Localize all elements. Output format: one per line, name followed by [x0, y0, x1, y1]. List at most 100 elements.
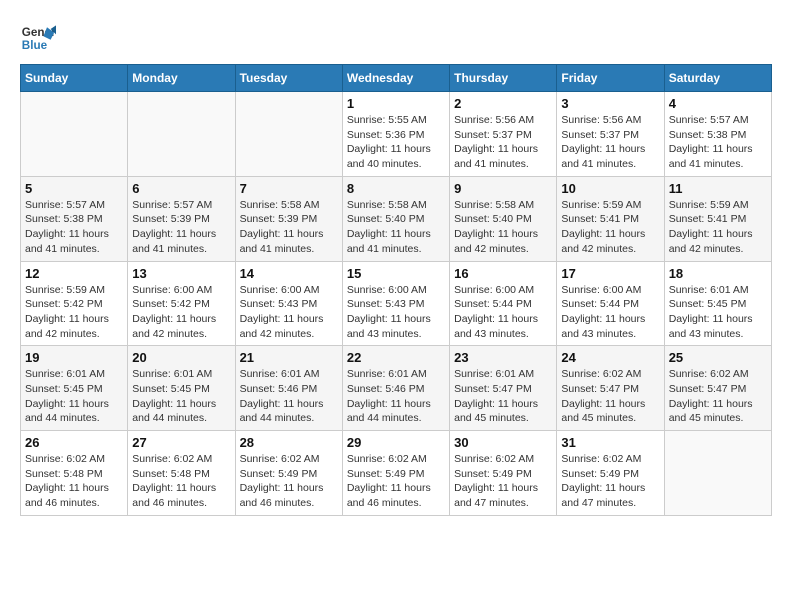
day-number: 17: [561, 266, 659, 281]
calendar-cell: [21, 92, 128, 177]
day-number: 21: [240, 350, 338, 365]
day-number: 30: [454, 435, 552, 450]
day-info: Sunrise: 5:56 AMSunset: 5:37 PMDaylight:…: [454, 113, 552, 172]
day-number: 22: [347, 350, 445, 365]
header-monday: Monday: [128, 65, 235, 92]
header-wednesday: Wednesday: [342, 65, 449, 92]
calendar-cell: 24 Sunrise: 6:02 AMSunset: 5:47 PMDayligh…: [557, 346, 664, 431]
day-number: 15: [347, 266, 445, 281]
calendar-cell: 5 Sunrise: 5:57 AMSunset: 5:38 PMDaylight…: [21, 176, 128, 261]
day-number: 28: [240, 435, 338, 450]
day-info: Sunrise: 6:02 AMSunset: 5:48 PMDaylight:…: [132, 452, 230, 511]
day-info: Sunrise: 6:02 AMSunset: 5:49 PMDaylight:…: [561, 452, 659, 511]
day-number: 6: [132, 181, 230, 196]
day-number: 2: [454, 96, 552, 111]
day-info: Sunrise: 6:01 AMSunset: 5:45 PMDaylight:…: [132, 367, 230, 426]
day-number: 23: [454, 350, 552, 365]
day-info: Sunrise: 6:01 AMSunset: 5:45 PMDaylight:…: [25, 367, 123, 426]
day-number: 1: [347, 96, 445, 111]
calendar-cell: 7 Sunrise: 5:58 AMSunset: 5:39 PMDaylight…: [235, 176, 342, 261]
calendar-cell: 9 Sunrise: 5:58 AMSunset: 5:40 PMDaylight…: [450, 176, 557, 261]
calendar-cell: [235, 92, 342, 177]
day-number: 31: [561, 435, 659, 450]
calendar-cell: 4 Sunrise: 5:57 AMSunset: 5:38 PMDaylight…: [664, 92, 771, 177]
day-info: Sunrise: 5:59 AMSunset: 5:41 PMDaylight:…: [561, 198, 659, 257]
calendar-cell: 22 Sunrise: 6:01 AMSunset: 5:46 PMDayligh…: [342, 346, 449, 431]
day-info: Sunrise: 5:57 AMSunset: 5:39 PMDaylight:…: [132, 198, 230, 257]
day-number: 24: [561, 350, 659, 365]
calendar-cell: 21 Sunrise: 6:01 AMSunset: 5:46 PMDayligh…: [235, 346, 342, 431]
day-info: Sunrise: 6:02 AMSunset: 5:49 PMDaylight:…: [347, 452, 445, 511]
week-row-3: 12 Sunrise: 5:59 AMSunset: 5:42 PMDayligh…: [21, 261, 772, 346]
header-sunday: Sunday: [21, 65, 128, 92]
day-info: Sunrise: 5:58 AMSunset: 5:40 PMDaylight:…: [347, 198, 445, 257]
day-number: 14: [240, 266, 338, 281]
day-info: Sunrise: 6:01 AMSunset: 5:46 PMDaylight:…: [240, 367, 338, 426]
day-number: 20: [132, 350, 230, 365]
day-info: Sunrise: 6:00 AMSunset: 5:43 PMDaylight:…: [240, 283, 338, 342]
day-info: Sunrise: 6:02 AMSunset: 5:49 PMDaylight:…: [454, 452, 552, 511]
day-info: Sunrise: 6:00 AMSunset: 5:42 PMDaylight:…: [132, 283, 230, 342]
day-info: Sunrise: 6:01 AMSunset: 5:46 PMDaylight:…: [347, 367, 445, 426]
calendar-cell: 1 Sunrise: 5:55 AMSunset: 5:36 PMDaylight…: [342, 92, 449, 177]
day-number: 29: [347, 435, 445, 450]
day-info: Sunrise: 5:56 AMSunset: 5:37 PMDaylight:…: [561, 113, 659, 172]
calendar-cell: 31 Sunrise: 6:02 AMSunset: 5:49 PMDayligh…: [557, 431, 664, 516]
header-tuesday: Tuesday: [235, 65, 342, 92]
week-row-2: 5 Sunrise: 5:57 AMSunset: 5:38 PMDaylight…: [21, 176, 772, 261]
day-number: 27: [132, 435, 230, 450]
day-number: 3: [561, 96, 659, 111]
calendar-cell: [664, 431, 771, 516]
calendar-cell: 14 Sunrise: 6:00 AMSunset: 5:43 PMDayligh…: [235, 261, 342, 346]
calendar-cell: 23Sunrise: 6:01 AMSunset: 5:47 PMDayligh…: [450, 346, 557, 431]
day-number: 13: [132, 266, 230, 281]
day-number: 4: [669, 96, 767, 111]
day-info: Sunrise: 5:55 AMSunset: 5:36 PMDaylight:…: [347, 113, 445, 172]
day-number: 11: [669, 181, 767, 196]
calendar-cell: 26Sunrise: 6:02 AMSunset: 5:48 PMDayligh…: [21, 431, 128, 516]
day-number: 19: [25, 350, 123, 365]
day-info: Sunrise: 6:02 AMSunset: 5:49 PMDaylight:…: [240, 452, 338, 511]
day-number: 12: [25, 266, 123, 281]
calendar-cell: 12 Sunrise: 5:59 AMSunset: 5:42 PMDayligh…: [21, 261, 128, 346]
logo-icon: General Blue: [20, 20, 56, 56]
calendar-cell: 25Sunrise: 6:02 AMSunset: 5:47 PMDayligh…: [664, 346, 771, 431]
logo: General Blue: [20, 20, 56, 56]
day-info: Sunrise: 6:00 AMSunset: 5:43 PMDaylight:…: [347, 283, 445, 342]
calendar-cell: 13 Sunrise: 6:00 AMSunset: 5:42 PMDayligh…: [128, 261, 235, 346]
day-info: Sunrise: 5:58 AMSunset: 5:39 PMDaylight:…: [240, 198, 338, 257]
calendar-cell: 17 Sunrise: 6:00 AMSunset: 5:44 PMDayligh…: [557, 261, 664, 346]
calendar-cell: [128, 92, 235, 177]
calendar-cell: 10 Sunrise: 5:59 AMSunset: 5:41 PMDayligh…: [557, 176, 664, 261]
day-number: 7: [240, 181, 338, 196]
calendar-cell: 28 Sunrise: 6:02 AMSunset: 5:49 PMDayligh…: [235, 431, 342, 516]
day-info: Sunrise: 6:00 AMSunset: 5:44 PMDaylight:…: [561, 283, 659, 342]
day-info: Sunrise: 6:02 AMSunset: 5:47 PMDaylight:…: [561, 367, 659, 426]
day-number: 9: [454, 181, 552, 196]
day-number: 8: [347, 181, 445, 196]
day-info: Sunrise: 5:57 AMSunset: 5:38 PMDaylight:…: [25, 198, 123, 257]
day-number: 5: [25, 181, 123, 196]
calendar-table: SundayMondayTuesdayWednesdayThursdayFrid…: [20, 64, 772, 516]
week-row-1: 1 Sunrise: 5:55 AMSunset: 5:36 PMDaylight…: [21, 92, 772, 177]
calendar-cell: 19 Sunrise: 6:01 AMSunset: 5:45 PMDayligh…: [21, 346, 128, 431]
calendar-cell: 18Sunrise: 6:01 AMSunset: 5:45 PMDayligh…: [664, 261, 771, 346]
week-row-5: 26 Sunrise: 6:02 AMSunset: 5:48 PMDayligh…: [21, 431, 772, 516]
day-info: Sunrise: 5:58 AMSunset: 5:40 PMDaylight:…: [454, 198, 552, 257]
calendar-cell: 3 Sunrise: 5:56 AMSunset: 5:37 PMDaylight…: [557, 92, 664, 177]
day-info: Sunrise: 5:57 AMSunset: 5:38 PMDaylight:…: [669, 113, 767, 172]
calendar-cell: 20 Sunrise: 6:01 AMSunset: 5:45 PMDayligh…: [128, 346, 235, 431]
calendar-cell: 11 Sunrise: 5:59 AMSunset: 5:41 PMDayligh…: [664, 176, 771, 261]
calendar-cell: 27 Sunrise: 6:02 AMSunset: 5:48 PMDayligh…: [128, 431, 235, 516]
calendar-cell: 30 Sunrise: 6:02 AMSunset: 5:49 PMDayligh…: [450, 431, 557, 516]
calendar-cell: 2 Sunrise: 5:56 AMSunset: 5:37 PMDaylight…: [450, 92, 557, 177]
day-number: 16: [454, 266, 552, 281]
day-info: Sunrise: 5:59 AMSunset: 5:42 PMDaylight:…: [25, 283, 123, 342]
day-info: Sunrise: 5:59 AMSunset: 5:41 PMDaylight:…: [669, 198, 767, 257]
calendar-cell: 29 Sunrise: 6:02 AMSunset: 5:49 PMDayligh…: [342, 431, 449, 516]
day-number: 26: [25, 435, 123, 450]
header-thursday: Thursday: [450, 65, 557, 92]
day-info: Sunrise: 6:00 AMSunset: 5:44 PMDaylight:…: [454, 283, 552, 342]
day-info: Sunrise: 6:01 AMSunset: 5:45 PMDaylight:…: [669, 283, 767, 342]
day-number: 10: [561, 181, 659, 196]
